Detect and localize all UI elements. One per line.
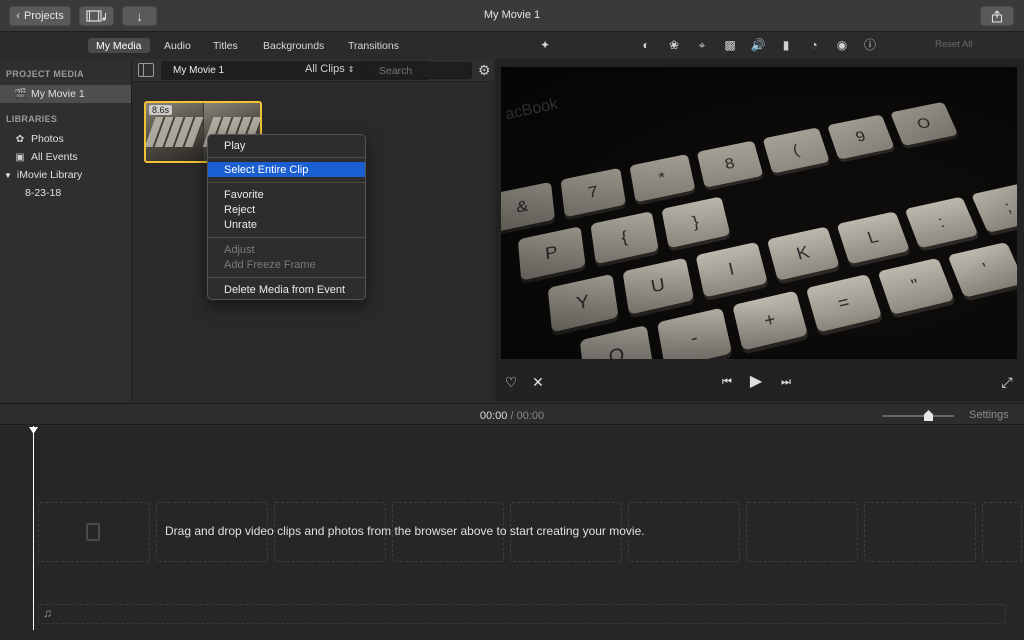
sidebar-toggle-icon[interactable] <box>138 63 154 77</box>
play-icon[interactable]: ▶ <box>746 373 766 391</box>
current-time: 00:00 <box>480 410 508 422</box>
clip-duration-badge: 8.6s <box>149 105 172 115</box>
adjustments-toolbar: ✦ ◐ ❀ ⌖ ▩ 🔊 ▮ ◔ ◉ ⓘ Reset All <box>495 33 1024 57</box>
crop-icon[interactable]: ⌖ <box>694 37 710 53</box>
menu-item-delete-media[interactable]: Delete Media from Event <box>208 282 365 297</box>
tab-titles[interactable]: Titles <box>205 38 246 53</box>
context-menu: Play Select Entire Clip Favorite Reject … <box>207 134 366 300</box>
magic-wand-icon[interactable]: ✦ <box>537 37 553 53</box>
clips-filter-dropdown[interactable]: All Clips ⇕ <box>305 63 355 75</box>
sidebar-item-project[interactable]: 🎬 My Movie 1 <box>0 85 131 103</box>
sidebar-item-label: iMovie Library <box>17 169 82 181</box>
volume-icon[interactable]: 🔊 <box>750 37 766 53</box>
tab-transitions[interactable]: Transitions <box>340 38 407 53</box>
photos-icon: ✿ <box>14 134 26 145</box>
clapper-icon: 🎬 <box>14 89 26 100</box>
sidebar-item-library[interactable]: ▼ iMovie Library <box>0 166 131 184</box>
title-bar: ‹ Projects ↓ My Movie 1 <box>0 0 1024 32</box>
menu-item-add-freeze-frame: Add Freeze Frame <box>208 257 365 272</box>
gear-icon[interactable]: ⚙ <box>478 63 493 78</box>
search-input[interactable] <box>360 62 472 79</box>
menu-separator <box>208 157 365 158</box>
share-icon <box>991 10 1003 23</box>
share-button[interactable] <box>980 6 1014 26</box>
music-note-icon: ♫ <box>43 606 52 620</box>
tab-my-media[interactable]: My Media <box>88 38 150 53</box>
speed-icon[interactable]: ◔ <box>806 37 822 53</box>
libraries-sidebar: PROJECT MEDIA 🎬 My Movie 1 LIBRARIES ✿ P… <box>0 59 132 401</box>
menu-item-reject[interactable]: Reject <box>208 202 365 217</box>
libraries-header: LIBRARIES <box>6 114 57 124</box>
film-icon <box>86 523 100 541</box>
sidebar-item-label: 8-23-18 <box>25 187 61 199</box>
menu-item-favorite[interactable]: Favorite <box>208 187 365 202</box>
video-vignette <box>501 67 1017 359</box>
menu-item-select-entire-clip[interactable]: Select Entire Clip <box>208 162 365 177</box>
sidebar-item-event[interactable]: 8-23-18 <box>0 184 131 202</box>
timeline-settings-button[interactable]: Settings <box>969 409 1009 421</box>
info-icon[interactable]: ⓘ <box>862 37 878 53</box>
zoom-slider-track[interactable] <box>882 415 954 417</box>
browser-toolbar: My Movie 1 All Clips ⇕ ⚙ <box>133 59 494 82</box>
menu-separator <box>208 277 365 278</box>
x-icon[interactable]: ✕ <box>528 373 548 391</box>
disclosure-triangle-icon: ▼ <box>4 171 12 180</box>
timecode: 00:00 / 00:00 <box>0 410 1024 422</box>
sidebar-item-all-events[interactable]: ▣ All Events <box>0 148 131 166</box>
sidebar-item-photos[interactable]: ✿ Photos <box>0 130 131 148</box>
video-preview: &7*8(9OP{}YUIKL:;O-+="' acBook <box>501 67 1017 359</box>
timecode-separator: / <box>510 410 513 422</box>
star-box-icon: ▣ <box>14 152 26 163</box>
playhead[interactable] <box>33 426 34 630</box>
reset-all-button: Reset All <box>935 39 973 50</box>
menu-item-play[interactable]: Play <box>208 138 365 153</box>
timeline-header: 00:00 / 00:00 Settings <box>0 403 1024 425</box>
fullscreen-icon[interactable]: ⤢ <box>997 373 1017 391</box>
window-title: My Movie 1 <box>0 9 1024 21</box>
duration: 00:00 <box>517 410 545 422</box>
sidebar-item-label: All Events <box>31 151 78 163</box>
tab-backgrounds[interactable]: Backgrounds <box>255 38 332 53</box>
menu-item-adjust: Adjust <box>208 242 365 257</box>
menu-item-unrate[interactable]: Unrate <box>208 217 365 232</box>
timeline[interactable]: Drag and drop video clips and photos fro… <box>0 426 1024 640</box>
tab-audio[interactable]: Audio <box>156 38 199 53</box>
heart-icon[interactable]: ♡ <box>501 373 521 391</box>
skip-back-icon[interactable]: ⏮ <box>717 373 737 391</box>
equalizer-icon[interactable]: ▮ <box>778 37 794 53</box>
timeline-placeholder-slot <box>628 502 740 562</box>
filter-icon[interactable]: ◉ <box>834 37 850 53</box>
drop-message: Drag and drop video clips and photos fro… <box>165 524 645 538</box>
stabilization-icon[interactable]: ▩ <box>722 37 738 53</box>
viewer: &7*8(9OP{}YUIKL:;O-+="' acBook ♡ ✕ ⏮ ▶ ⏭… <box>495 59 1024 401</box>
timeline-placeholder-slot <box>746 502 858 562</box>
menu-separator <box>208 237 365 238</box>
updown-chevron-icon: ⇕ <box>348 65 355 74</box>
color-correction-icon[interactable]: ❀ <box>666 37 682 53</box>
clips-filter-label: All Clips <box>305 63 345 75</box>
sidebar-item-label: My Movie 1 <box>31 88 85 100</box>
browser-tabs: My Media Audio Titles Backgrounds Transi… <box>0 33 494 57</box>
project-media-header: PROJECT MEDIA <box>6 69 84 79</box>
audio-lane <box>38 604 1006 624</box>
sidebar-item-label: Photos <box>31 133 64 145</box>
timeline-placeholder-slot <box>864 502 976 562</box>
color-balance-icon[interactable]: ◐ <box>638 37 654 53</box>
timeline-placeholder-slot <box>982 502 1022 562</box>
menu-separator <box>208 182 365 183</box>
skip-forward-icon[interactable]: ⏭ <box>776 373 796 391</box>
imovie-window: ‹ Projects ↓ My Movie 1 My Media Audio T… <box>0 0 1024 640</box>
